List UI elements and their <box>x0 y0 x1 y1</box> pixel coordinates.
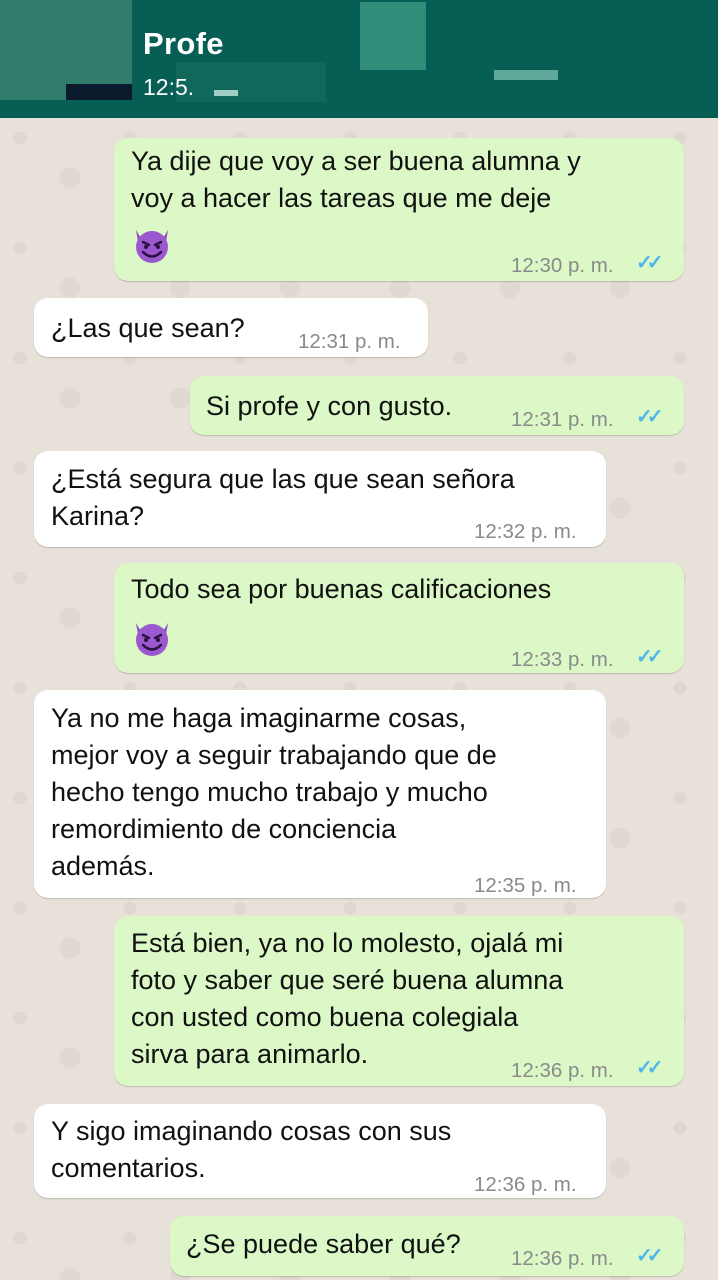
read-receipt-icon: ✓✓ <box>636 406 663 428</box>
message-bubble-incoming[interactable]: ¿Las que sean? 12:31 p. m. <box>34 298 428 357</box>
message-text: ¿Las que sean? <box>51 313 245 343</box>
message-bubble-outgoing[interactable]: ¿Se puede saber qué? 12:36 p. m. ✓✓ <box>170 1216 684 1276</box>
contact-name[interactable]: Profe <box>143 26 224 62</box>
message-timestamp: 12:36 p. m. <box>474 1173 577 1196</box>
blurred-region <box>494 70 558 80</box>
message-timestamp: 12:31 p. m. <box>298 330 401 353</box>
message-bubble-outgoing[interactable]: Si profe y con gusto. 12:31 p. m. ✓✓ <box>190 376 684 435</box>
read-receipt-icon: ✓✓ <box>636 252 663 274</box>
message-text: Está bien, ya no lo molesto, ojalá mi fo… <box>131 928 564 1069</box>
blurred-region <box>176 62 326 102</box>
message-text: Si profe y con gusto. <box>206 391 453 421</box>
message-text: ¿Se puede saber qué? <box>186 1229 461 1259</box>
chat-header[interactable]: Profe 12:5. <box>0 0 718 118</box>
read-receipt-icon: ✓✓ <box>636 1057 663 1079</box>
message-text: Ya no me haga imaginarme cosas, mejor vo… <box>51 703 497 881</box>
message-timestamp: 12:36 p. m. <box>511 1059 614 1082</box>
message-bubble-incoming[interactable]: Y sigo imaginando cosas con sus comentar… <box>34 1104 606 1198</box>
message-bubble-incoming[interactable]: ¿Está segura que las que sean señora Kar… <box>34 451 606 547</box>
message-timestamp: 12:35 p. m. <box>474 874 577 897</box>
message-bubble-incoming[interactable]: Ya no me haga imaginarme cosas, mejor vo… <box>34 690 606 898</box>
message-text: Ya dije que voy a ser buena alumna y voy… <box>131 146 581 213</box>
message-timestamp: 12:36 p. m. <box>511 1247 614 1270</box>
read-receipt-icon: ✓✓ <box>636 646 663 668</box>
message-timestamp: 12:32 p. m. <box>474 520 577 543</box>
message-bubble-outgoing[interactable]: Está bien, ya no lo molesto, ojalá mi fo… <box>114 916 684 1086</box>
blurred-region <box>360 2 426 70</box>
last-seen-status: 12:5. <box>143 74 195 100</box>
message-text: Y sigo imaginando cosas con sus comentar… <box>51 1116 452 1183</box>
message-timestamp: 12:31 p. m. <box>511 408 614 431</box>
message-text: Todo sea por buenas calificaciones <box>131 574 552 604</box>
read-receipt-icon: ✓✓ <box>636 1245 663 1267</box>
message-bubble-outgoing[interactable]: Todo sea por buenas calificaciones 12:33… <box>114 563 684 673</box>
message-bubble-outgoing[interactable]: Ya dije que voy a ser buena alumna y voy… <box>114 138 684 281</box>
message-timestamp: 12:33 p. m. <box>511 648 614 671</box>
blurred-region <box>66 84 132 100</box>
blurred-region <box>214 90 238 96</box>
smiling-devil-emoji-icon <box>136 230 168 263</box>
smiling-devil-emoji-icon <box>136 623 168 656</box>
message-text: ¿Está segura que las que sean señora Kar… <box>51 464 515 531</box>
message-timestamp: 12:30 p. m. <box>511 254 614 277</box>
